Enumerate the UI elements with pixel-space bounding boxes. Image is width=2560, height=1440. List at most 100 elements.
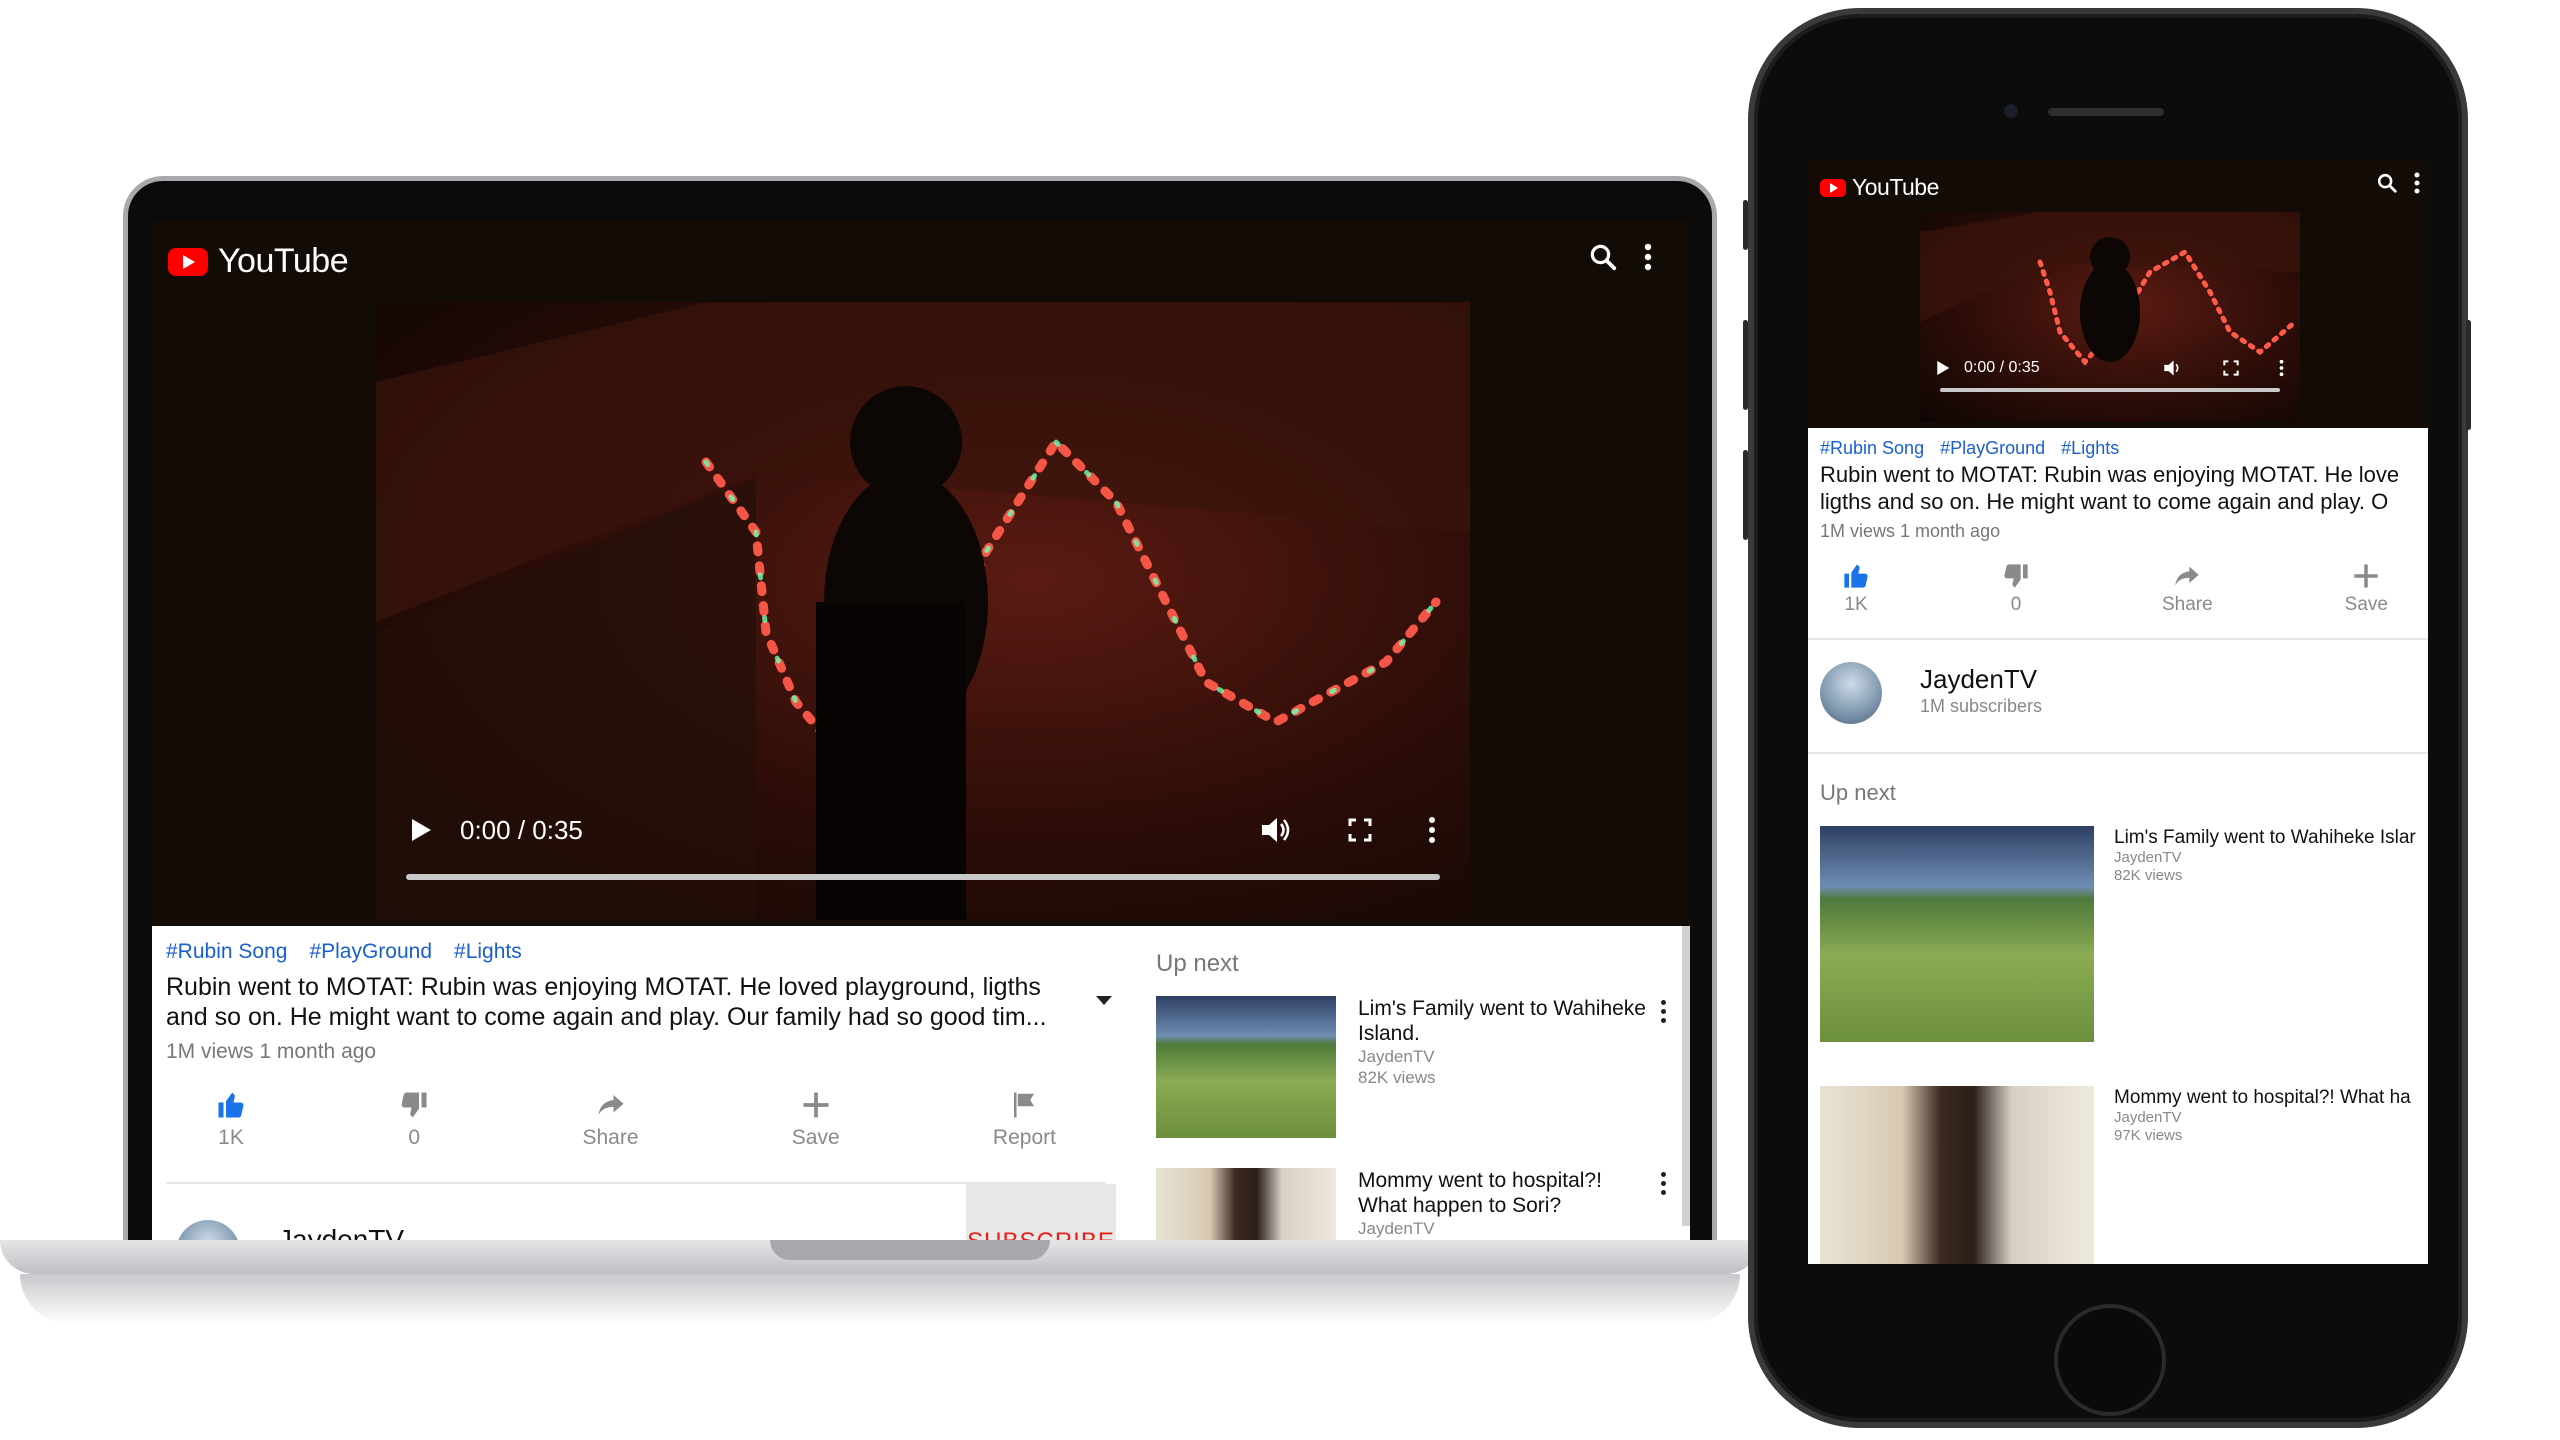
search-icon[interactable]	[2376, 172, 2398, 194]
volume-icon[interactable]	[1260, 816, 1292, 844]
youtube-logo[interactable]: YouTube	[168, 242, 349, 281]
video-meta: 1M views 1 month ago	[1820, 521, 2001, 541]
volume-icon[interactable]	[2163, 359, 2183, 377]
video-description: Rubin went to MOTAT: Rubin was enjoying …	[166, 973, 1047, 1031]
time-display: 0:00 / 0:35	[460, 814, 583, 845]
dropdown-caret-icon[interactable]	[1096, 996, 1112, 1005]
up-next-views: 97K views	[2114, 1127, 2183, 1144]
laptop-screen: YouTube 0:00 / 0:35 #Rubin Song #PlayGro…	[152, 220, 1690, 1250]
like-count: 1K	[218, 1126, 244, 1149]
up-next-channel: JaydenTV	[2114, 849, 2182, 866]
up-next-title: Up next	[1820, 780, 1896, 805]
phone-screen: YouTube 0:00 / 0:35 #Rubin Song #PlayGro…	[1808, 160, 2428, 1264]
save-button[interactable]: Save	[2345, 562, 2388, 616]
up-next-channel: JaydenTV	[1358, 1219, 1435, 1238]
channel-name[interactable]: JaydenTV	[1920, 664, 2037, 695]
player-more-icon[interactable]	[1428, 816, 1436, 844]
save-button[interactable]: Save	[792, 1090, 840, 1150]
play-icon[interactable]	[410, 818, 432, 842]
share-label: Share	[2161, 594, 2213, 615]
like-button[interactable]: 1K	[1842, 562, 1870, 616]
dislike-count: 0	[2010, 594, 2022, 615]
channel-row: JaydenTV 1M subscribers	[1808, 640, 2428, 752]
video-thumbnail[interactable]	[1156, 1168, 1336, 1250]
top-bar: YouTube	[1808, 160, 2428, 216]
video-info-panel: #Rubin Song #PlayGround #Lights Rubin we…	[1808, 428, 2428, 1264]
up-next-views: 82K views	[2114, 867, 2183, 884]
progress-bar[interactable]	[1940, 388, 2280, 392]
video-description-line: Rubin went to MOTAT: Rubin was enjoying …	[1820, 462, 2400, 487]
like-count: 1K	[1844, 594, 1868, 615]
home-button[interactable]	[2054, 1304, 2166, 1416]
video-player[interactable]: 0:00 / 0:35	[376, 302, 1470, 920]
side-button	[1743, 450, 1748, 540]
hashtag-link[interactable]: #PlayGround	[1940, 438, 2045, 459]
list-item[interactable]: Lim's Family went to Wahiheke Island. Ja…	[1156, 996, 1676, 1172]
list-item[interactable]: Mommy went to hospital?! What ha JaydenT…	[1808, 1086, 2428, 1264]
up-next-video-title[interactable]: Mommy went to hospital?! What ha	[2114, 1086, 2428, 1109]
hashtag-link[interactable]: #Rubin Song	[166, 940, 287, 964]
progress-bar[interactable]	[406, 874, 1440, 880]
up-next-video-title[interactable]: Mommy went to hospital?! What happen to …	[1358, 1168, 1648, 1218]
fullscreen-icon[interactable]	[2223, 360, 2239, 376]
avatar[interactable]	[1820, 662, 1882, 724]
fullscreen-icon[interactable]	[1348, 818, 1372, 842]
laptop-notch	[770, 1240, 1050, 1260]
up-next-panel: Up next Lim's Family went to Wahiheke Is…	[1156, 950, 1676, 1250]
more-vert-icon[interactable]	[2414, 172, 2420, 194]
side-button	[1743, 320, 1748, 410]
dislike-button[interactable]: 0	[399, 1090, 429, 1150]
video-thumbnail[interactable]	[1820, 826, 2094, 1042]
video-description-line: ligths and so on. He might want to come …	[1820, 489, 2389, 514]
list-item[interactable]: Lim's Family went to Wahiheke Islar Jayd…	[1808, 826, 2428, 1066]
divider	[1808, 752, 2428, 754]
share-icon	[596, 1090, 626, 1120]
list-item[interactable]: Mommy went to hospital?! What happen to …	[1156, 1168, 1676, 1250]
hashtag-link[interactable]: #PlayGround	[309, 940, 432, 964]
save-label: Save	[2344, 594, 2388, 615]
up-next-video-title[interactable]: Lim's Family went to Wahiheke Island.	[1358, 996, 1648, 1046]
report-button[interactable]: Report	[993, 1090, 1056, 1150]
scrollbar[interactable]	[1682, 926, 1690, 1226]
side-button	[2466, 320, 2471, 430]
save-label: Save	[791, 1126, 840, 1149]
logo-text: YouTube	[1852, 174, 1939, 200]
video-player[interactable]: 0:00 / 0:35	[1920, 212, 2300, 422]
youtube-logo-icon	[168, 247, 208, 276]
share-button[interactable]: Share	[2162, 562, 2213, 616]
more-vert-icon[interactable]	[1661, 1000, 1666, 1023]
top-bar: YouTube	[152, 220, 1690, 302]
video-info-panel: #Rubin Song #PlayGround #Lights Rubin we…	[152, 926, 1690, 1250]
dislike-count: 0	[408, 1126, 421, 1149]
search-icon[interactable]	[1588, 242, 1618, 272]
hashtag-link[interactable]: #Lights	[454, 940, 522, 964]
share-button[interactable]: Share	[583, 1090, 639, 1150]
subscriber-count: 1M subscribers	[1920, 696, 2043, 716]
up-next-video-title[interactable]: Lim's Family went to Wahiheke Islar	[2114, 826, 2428, 849]
more-vert-icon[interactable]	[1661, 1172, 1666, 1195]
youtube-logo[interactable]: YouTube	[1820, 174, 1939, 201]
plus-icon	[2352, 562, 2380, 590]
action-bar: 1K 0 Share Save Report	[216, 1090, 1056, 1150]
report-label: Report	[992, 1126, 1056, 1149]
thumbs-up-icon	[1842, 562, 1870, 590]
dislike-button[interactable]: 0	[2002, 562, 2030, 616]
more-vert-icon[interactable]	[1644, 242, 1652, 272]
thumbs-down-icon	[399, 1090, 429, 1120]
flag-icon	[1009, 1090, 1039, 1120]
up-next-views: 82K views	[1358, 1068, 1436, 1087]
video-thumbnail[interactable]	[1156, 996, 1336, 1138]
thumbs-down-icon	[2002, 562, 2030, 590]
player-more-icon[interactable]	[2279, 359, 2284, 377]
play-icon[interactable]	[1936, 360, 1950, 376]
up-next-channel: JaydenTV	[2114, 1109, 2182, 1126]
laptop-base-shadow	[20, 1274, 1740, 1324]
up-next-title: Up next	[1156, 950, 1239, 977]
video-thumbnail[interactable]	[1820, 1086, 2094, 1264]
hashtag-link[interactable]: #Rubin Song	[1820, 438, 1924, 459]
side-button	[1743, 200, 1748, 250]
share-label: Share	[582, 1126, 639, 1149]
hashtag-link[interactable]: #Lights	[2061, 438, 2119, 459]
like-button[interactable]: 1K	[216, 1090, 246, 1150]
phone-camera	[2004, 104, 2018, 118]
